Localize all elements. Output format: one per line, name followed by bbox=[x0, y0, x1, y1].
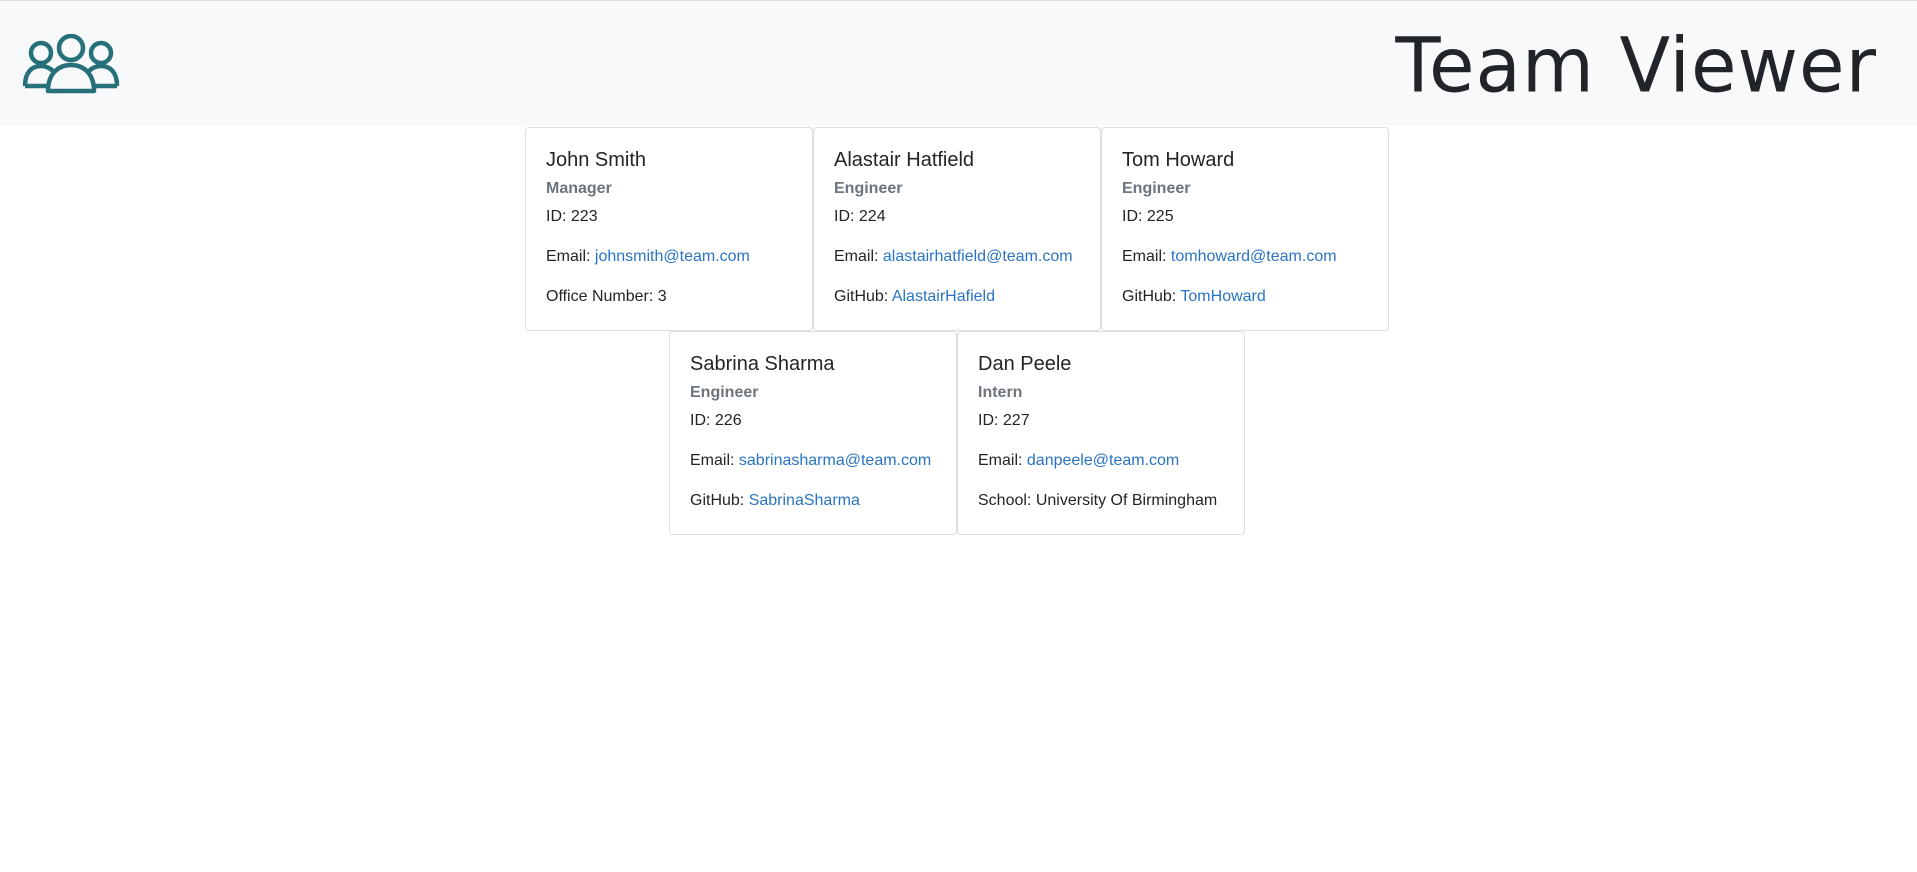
employee-card: John Smith Manager ID: 223 Email: johnsm… bbox=[525, 127, 813, 331]
email-link[interactable]: alastairhatfield@team.com bbox=[883, 248, 1073, 265]
employee-role: Manager bbox=[546, 180, 612, 197]
employee-name: Dan Peele bbox=[978, 353, 1072, 375]
employee-role: Engineer bbox=[690, 384, 759, 401]
office-number-label: Office Number: bbox=[546, 288, 654, 305]
employee-name: John Smith bbox=[546, 149, 647, 171]
navbar: Team Viewer bbox=[0, 0, 1917, 126]
employee-name: Tom Howard bbox=[1122, 149, 1235, 171]
employee-email-row: Email: johnsmith@team.com bbox=[546, 246, 792, 268]
users-group-icon bbox=[22, 34, 120, 94]
page-title: Team Viewer bbox=[1395, 22, 1877, 110]
github-link[interactable]: SabrinaSharma bbox=[749, 492, 860, 509]
office-number-value: 3 bbox=[657, 288, 667, 305]
github-link[interactable]: TomHoward bbox=[1180, 288, 1265, 305]
email-label: Email: bbox=[546, 248, 591, 265]
email-label: Email: bbox=[690, 452, 735, 469]
school-value: University Of Birmingham bbox=[1035, 492, 1218, 509]
github-label: GitHub: bbox=[1122, 288, 1177, 305]
email-link[interactable]: johnsmith@team.com bbox=[595, 248, 750, 265]
employee-card: Tom Howard Engineer ID: 225 Email: tomho… bbox=[1101, 127, 1389, 331]
employee-card: Alastair Hatfield Engineer ID: 224 Email… bbox=[813, 127, 1101, 331]
employee-id: ID: 227 bbox=[978, 412, 1030, 429]
employee-id: ID: 226 bbox=[690, 412, 742, 429]
employee-id: ID: 225 bbox=[1122, 208, 1174, 225]
github-row: GitHub: SabrinaSharma bbox=[690, 490, 936, 512]
github-label: GitHub: bbox=[690, 492, 745, 509]
employee-role: Engineer bbox=[834, 180, 903, 197]
github-row: GitHub: AlastairHafield bbox=[834, 286, 1080, 308]
employee-name: Alastair Hatfield bbox=[834, 149, 975, 171]
employee-card: Sabrina Sharma Engineer ID: 226 Email: s… bbox=[669, 331, 957, 535]
employee-id: ID: 223 bbox=[546, 208, 598, 225]
employee-name: Sabrina Sharma bbox=[690, 353, 835, 375]
employee-email-row: Email: tomhoward@team.com bbox=[1122, 246, 1368, 268]
school-label: School: bbox=[978, 492, 1032, 509]
employee-email-row: Email: danpeele@team.com bbox=[978, 450, 1224, 472]
email-link[interactable]: danpeele@team.com bbox=[1027, 452, 1179, 469]
employee-id: ID: 224 bbox=[834, 208, 886, 225]
office-number-row: Office Number: 3 bbox=[546, 286, 792, 308]
email-link[interactable]: sabrinasharma@team.com bbox=[739, 452, 931, 469]
email-label: Email: bbox=[978, 452, 1023, 469]
employee-role: Intern bbox=[978, 384, 1023, 401]
employee-card: Dan Peele Intern ID: 227 Email: danpeele… bbox=[957, 331, 1245, 535]
school-row: School: University Of Birmingham bbox=[978, 490, 1224, 512]
email-label: Email: bbox=[834, 248, 879, 265]
email-link[interactable]: tomhoward@team.com bbox=[1171, 248, 1337, 265]
employee-role: Engineer bbox=[1122, 180, 1191, 197]
email-label: Email: bbox=[1122, 248, 1167, 265]
employee-email-row: Email: sabrinasharma@team.com bbox=[690, 450, 936, 472]
employee-email-row: Email: alastairhatfield@team.com bbox=[834, 246, 1080, 268]
github-link[interactable]: AlastairHafield bbox=[892, 288, 995, 305]
github-label: GitHub: bbox=[834, 288, 889, 305]
github-row: GitHub: TomHoward bbox=[1122, 286, 1368, 308]
